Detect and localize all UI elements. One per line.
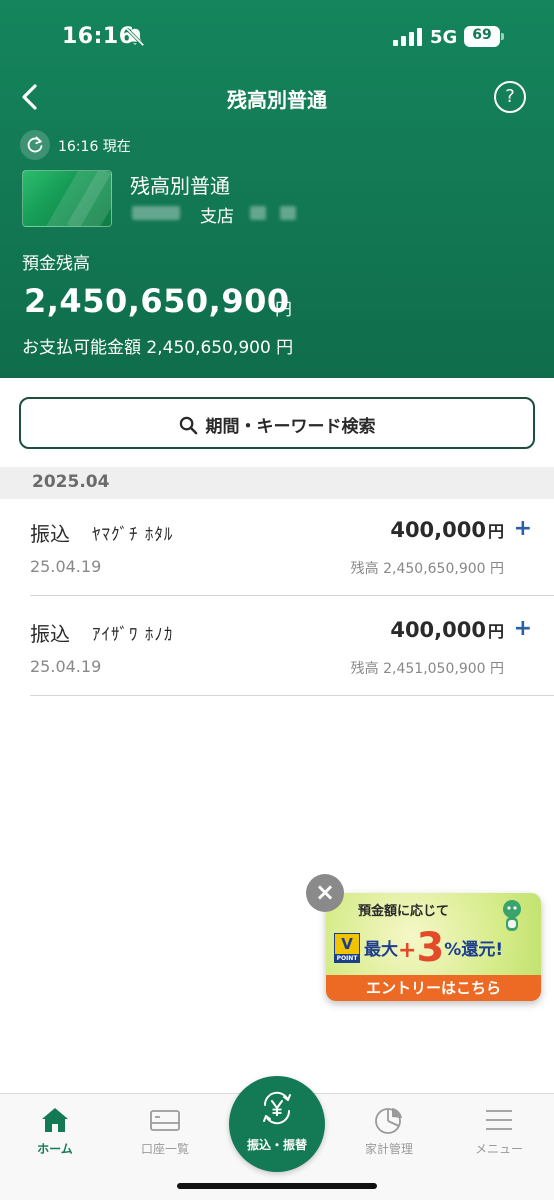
help-button[interactable]: ? [494,81,526,113]
card-icon [150,1110,180,1131]
network-type: 5G [430,27,458,48]
deposit-plus-icon: + [513,616,532,641]
search-label: 期間・キーワード検索 [205,417,376,437]
branch-info: 支店 [130,202,330,227]
balance-label: 預金残高 [22,254,90,274]
search-icon [179,416,197,435]
home-indicator [177,1183,377,1189]
search-button[interactable]: 期間・キーワード検索 [19,397,535,449]
home-icon [42,1108,68,1132]
tab-household[interactable]: 家計管理 [334,1094,444,1174]
transaction-row[interactable]: 振込 ﾔﾏｸﾞﾁ ﾎﾀﾙ 25.04.19 400,000 円 + 残高 2,45… [0,500,554,596]
status-bar: 16:16 5G 69 [0,0,554,76]
mascot-icon [503,900,521,931]
tab-accounts[interactable]: 口座一覧 [110,1094,220,1174]
promo-banner[interactable]: 預金額に応じて V POINT 最大+3%還元! エントリーはこちら [326,893,541,1001]
deposit-plus-icon: + [513,516,532,541]
tab-transfer[interactable]: 振込・振替 [229,1076,325,1172]
transaction-date: 25.04.19 [30,657,102,676]
masked-branch-name [132,206,180,220]
tab-household-label: 家計管理 [364,1142,413,1156]
tab-home[interactable]: ホーム [0,1094,110,1174]
entry-cta[interactable]: エントリーはこちら [326,975,541,1001]
battery-icon: 69 [464,26,504,47]
banner-percent-number: 3 [416,925,445,971]
balance-unit: 円 [275,300,292,320]
update-time: 16:16 現在 [58,139,131,155]
menu-icon [486,1110,512,1130]
tab-transfer-label: 振込・振替 [246,1138,307,1152]
banner-close-button[interactable]: × [306,874,344,912]
refresh-icon [27,136,43,153]
month-label: 2025.04 [32,472,110,492]
account-name: 残高別普通 [130,174,230,198]
logo-letter: V [335,934,359,954]
yen-transfer-icon [263,1091,291,1125]
branch-label: 支店 [200,207,234,227]
transaction-amount: 400,000 円 [390,618,504,642]
signal-icon [393,28,422,46]
divider [30,695,554,696]
amount-unit: 円 [487,522,504,541]
logo-point: POINT [335,954,359,963]
banner-max: 最大 [364,940,398,960]
search-button-content: 期間・キーワード検索 [21,412,533,437]
transaction-type: 振込 [30,622,70,646]
masked-account-number [250,206,266,220]
amount-unit: 円 [487,622,504,641]
banner-plus: + [398,938,417,963]
bell-off-icon [125,27,145,47]
banner-headline: 最大+3%還元! [364,925,503,971]
tab-menu-label: メニュー [474,1142,523,1156]
tab-menu[interactable]: メニュー [444,1094,554,1174]
banner-top-text: 預金額に応じて [358,904,450,919]
available-amount: お支払可能金額 2,450,650,900 円 [22,338,294,358]
transaction-date: 25.04.19 [30,557,102,576]
transaction-type: 振込 [30,522,70,546]
amount-value: 400,000 [390,618,486,642]
battery-level: 69 [472,27,492,43]
month-header: 2025.04 [0,467,554,499]
pie-chart-icon [375,1108,402,1134]
divider [30,595,554,596]
tab-accounts-label: 口座一覧 [140,1142,189,1156]
account-header: 16:16 5G 69 残高別普通 ? 16:16 現在 残高別普通 支店 預金… [0,0,554,378]
v-point-logo: V POINT [334,933,360,963]
transaction-name: ｱｲｻﾞﾜ ﾎﾉｶ [92,625,174,645]
refresh-button[interactable] [20,130,50,160]
balance-after: 残高 2,450,650,900 円 [350,561,504,577]
transaction-amount: 400,000 円 [390,518,504,542]
tab-home-label: ホーム [37,1142,73,1156]
banner-percent-suffix: %還元! [444,940,504,960]
page-title: 残高別普通 [227,88,327,112]
masked-account-number [280,206,296,220]
amount-value: 400,000 [390,518,486,542]
balance-amount: 2,450,650,900 [24,282,290,320]
transaction-row[interactable]: 振込 ｱｲｻﾞﾜ ﾎﾉｶ 25.04.19 400,000 円 + 残高 2,45… [0,600,554,696]
transaction-name: ﾔﾏｸﾞﾁ ﾎﾀﾙ [92,525,174,545]
account-card-image [22,170,112,227]
balance-after: 残高 2,451,050,900 円 [350,661,504,677]
